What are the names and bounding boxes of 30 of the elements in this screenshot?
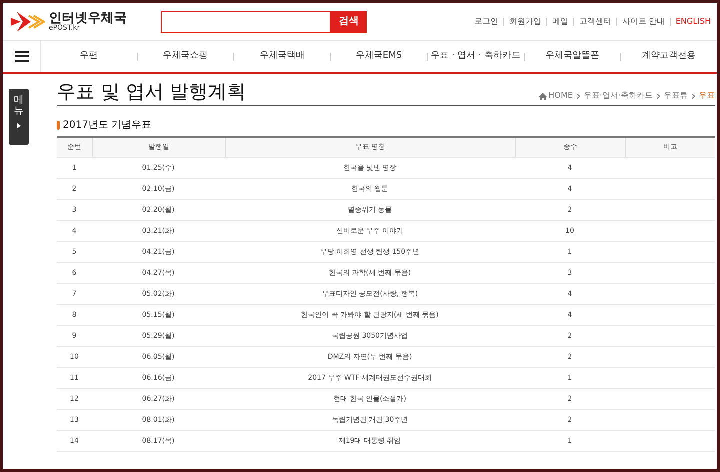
page-title: 우표 및 엽서 발행계획 bbox=[57, 83, 246, 102]
nav-item[interactable]: 우체국쇼핑 bbox=[138, 50, 234, 64]
search-field[interactable] bbox=[161, 10, 331, 32]
home-icon bbox=[538, 92, 547, 100]
nav-item[interactable]: 우체국택배 bbox=[234, 50, 330, 64]
top-link[interactable]: 메일 bbox=[552, 16, 568, 28]
nav-item[interactable]: 우편 bbox=[41, 50, 137, 64]
search-button[interactable]: 검색 bbox=[331, 10, 367, 32]
breadcrumb-link[interactable]: 우표·엽서·축하카드 bbox=[584, 90, 653, 102]
logo-icon bbox=[11, 12, 45, 32]
top-link[interactable]: 로그인 bbox=[474, 16, 498, 28]
logo-title: 인터넷우체국 bbox=[49, 12, 127, 24]
top-link[interactable]: ENGLISH bbox=[676, 16, 711, 28]
breadcrumb-link[interactable]: 우표류 bbox=[664, 90, 688, 102]
chevron-icon bbox=[657, 94, 660, 98]
top-link[interactable]: 사이트 안내 bbox=[622, 16, 665, 28]
caret-icon bbox=[17, 123, 21, 129]
section-title: 2017년도 기념우표 bbox=[63, 119, 152, 133]
nav-item[interactable]: 우체국EMS bbox=[331, 50, 427, 64]
top-link[interactable]: 고객센터 bbox=[579, 16, 612, 28]
top-link[interactable]: 회원가입 bbox=[509, 16, 542, 28]
nav-item[interactable]: 우체국알뜰폰 bbox=[524, 50, 620, 64]
section-marker-icon bbox=[57, 121, 60, 130]
chevron-icon bbox=[692, 94, 695, 98]
nav-item[interactable]: 계약고객전용 bbox=[621, 50, 717, 64]
breadcrumb-link[interactable]: HOME bbox=[548, 90, 573, 102]
chevron-icon bbox=[576, 94, 580, 98]
nav-item[interactable]: 우표 · 엽서 · 축하카드 bbox=[428, 50, 524, 64]
side-menu-tab[interactable]: 메뉴 bbox=[9, 89, 29, 145]
breadcrumb-link[interactable]: 우표 bbox=[699, 90, 715, 102]
